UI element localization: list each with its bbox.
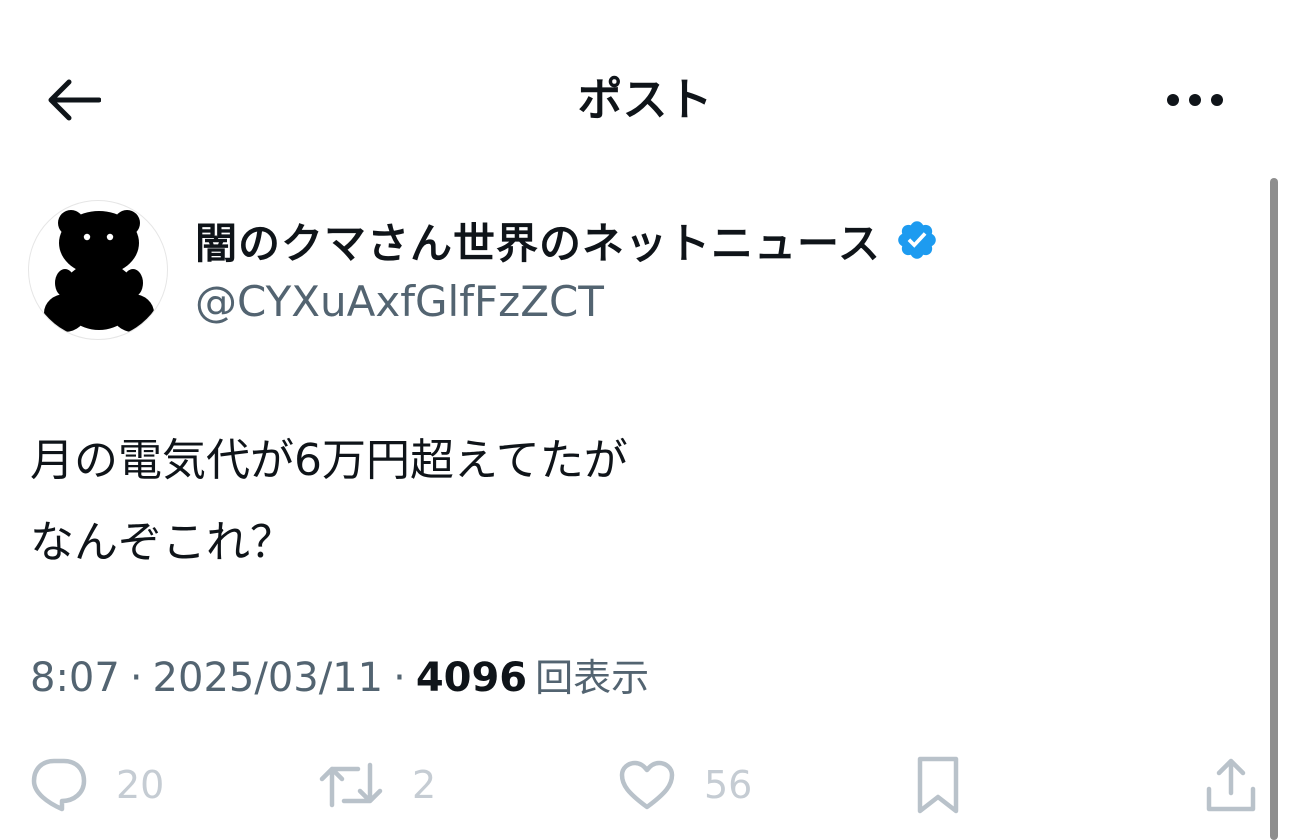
meta-separator: · (129, 655, 143, 701)
author-display-name[interactable]: 闇のクマさん世界のネットニュース (195, 210, 881, 271)
meta-separator: · (393, 655, 406, 701)
like-button[interactable]: 56 (618, 745, 752, 825)
views-count[interactable]: 4096 (416, 648, 527, 708)
post-body: 月の電気代が6万円超えてたが なんぞこれ？ (30, 420, 1230, 584)
reply-count: 20 (116, 763, 165, 807)
avatar[interactable] (28, 200, 168, 340)
post-text-line: なんぞこれ？ (30, 517, 294, 568)
author-name-row[interactable]: 闇のクマさん世界のネットニュース (195, 210, 939, 270)
author-handle[interactable]: @CYXuAxfGlfFzZCT (195, 274, 604, 330)
bear-silhouette-icon (44, 210, 154, 332)
repost-count: 2 (412, 763, 437, 807)
top-bar: ポスト (0, 0, 1290, 200)
bookmark-button[interactable] (914, 745, 962, 825)
reply-icon (31, 758, 87, 812)
share-button[interactable] (1205, 745, 1257, 825)
post-detail-screen: ポスト 闇のクマさん世界のネットニュース @CYXuAxfGlfFzZCT 月の… (0, 0, 1290, 840)
repost-icon (319, 762, 383, 808)
post-meta: 8:07 · 2025/03/11 · 4096 回表示 (30, 648, 649, 708)
views-label[interactable]: 回表示 (535, 648, 649, 708)
more-options-button[interactable] (1160, 72, 1230, 128)
repost-button[interactable]: 2 (318, 745, 436, 825)
page-title: ポスト (577, 73, 713, 126)
post-date[interactable]: 2025/03/11 (153, 648, 384, 708)
post-text-line: 月の電気代が6万円超えてたが (30, 435, 628, 486)
bookmark-icon (917, 756, 959, 814)
like-count: 56 (704, 763, 753, 807)
scrollbar[interactable] (1270, 178, 1278, 840)
heart-icon (619, 760, 675, 810)
verified-badge-icon[interactable] (895, 218, 939, 262)
action-bar: 20 2 56 (0, 745, 1290, 825)
post-time[interactable]: 8:07 (30, 648, 120, 708)
more-horizontal-icon (1167, 94, 1223, 106)
reply-button[interactable]: 20 (30, 745, 164, 825)
share-icon (1206, 758, 1256, 812)
